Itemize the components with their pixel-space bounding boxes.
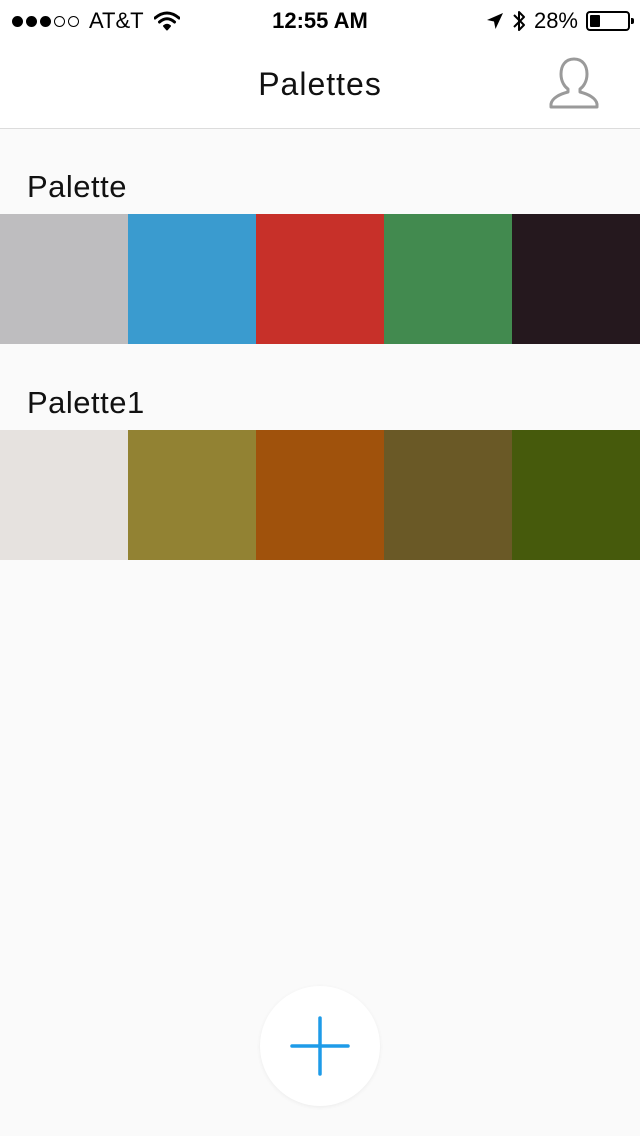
battery-icon [586, 11, 634, 31]
palette-swatches [0, 214, 640, 344]
palette-name: Palette1 [27, 385, 145, 420]
battery-percent: 28% [533, 8, 578, 33]
location-arrow-icon [486, 13, 503, 29]
profile-button[interactable] [548, 56, 600, 110]
color-swatch [384, 214, 512, 344]
page-title: Palettes [258, 66, 382, 102]
color-swatch [512, 430, 640, 560]
palette-swatches [0, 430, 640, 560]
plus-icon [290, 1016, 350, 1076]
color-swatch [0, 214, 128, 344]
palette-name: Palette [27, 169, 128, 204]
color-swatch [128, 214, 256, 344]
navigation-bar: Palettes [0, 40, 640, 129]
status-right: 28% [486, 8, 634, 34]
add-palette-button[interactable] [260, 986, 380, 1106]
battery-fill [590, 15, 600, 27]
bluetooth-icon [513, 11, 525, 31]
color-swatch [512, 214, 640, 344]
color-swatch [256, 430, 384, 560]
color-swatch [384, 430, 512, 560]
color-swatch [128, 430, 256, 560]
user-profile-icon [549, 57, 599, 109]
status-bar: AT&T 12:55 AM 28% [0, 0, 640, 40]
color-swatch [256, 214, 384, 344]
color-swatch [0, 430, 128, 560]
